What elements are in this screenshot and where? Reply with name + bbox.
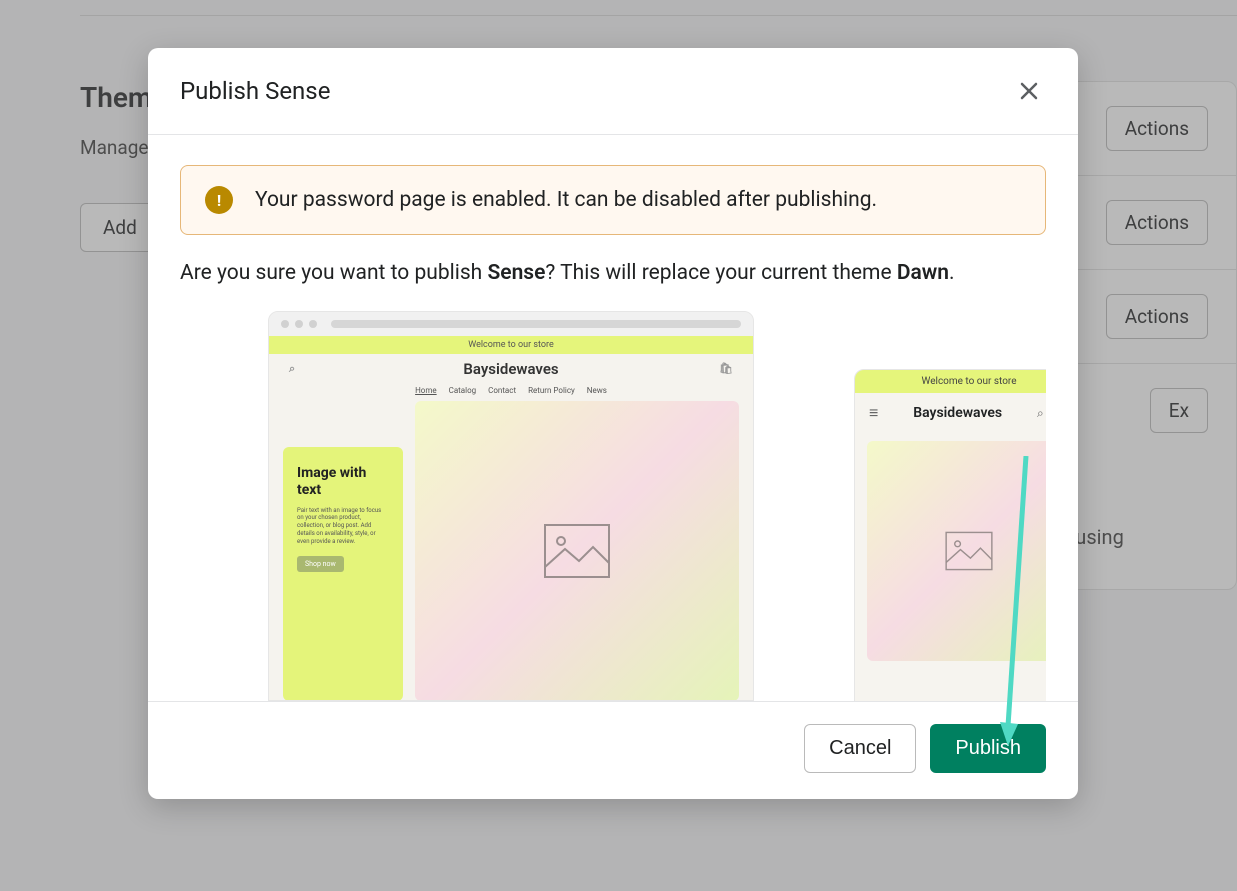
mobile-brand: Baysidewaves [878, 405, 1037, 421]
close-button[interactable] [1012, 74, 1046, 108]
browser-dot [309, 320, 317, 328]
hero-image-placeholder [415, 401, 739, 701]
confirm-suffix: . [949, 261, 955, 285]
modal-title: Publish Sense [180, 77, 330, 105]
warning-text: Your password page is enabled. It can be… [255, 188, 877, 212]
warning-alert: ! Your password page is enabled. It can … [180, 165, 1046, 235]
nav-item: Home [415, 386, 437, 395]
modal-header: Publish Sense [148, 48, 1078, 135]
url-bar [331, 320, 741, 328]
browser-dot [295, 320, 303, 328]
store-brand: ⌕ Baysidewaves 🛍 [269, 354, 753, 384]
mobile-header: ≡ Baysidewaves ⌕ 🛍 [855, 393, 1046, 433]
nav-item: Contact [488, 386, 516, 395]
hero-body: Pair text with an image to focus on your… [297, 507, 389, 546]
browser-chrome [269, 312, 753, 336]
search-icon: ⌕ [289, 362, 295, 376]
publish-button[interactable]: Publish [930, 724, 1046, 773]
nav-item: Return Policy [528, 386, 575, 395]
modal-body: ! Your password page is enabled. It can … [148, 135, 1078, 701]
mobile-hero-placeholder [867, 441, 1046, 661]
hero-area: Image with text Pair text with an image … [269, 401, 753, 701]
confirm-current: Dawn [897, 261, 949, 285]
publish-modal: Publish Sense ! Your password page is en… [148, 48, 1078, 799]
browser-dot [281, 320, 289, 328]
confirm-text: Are you sure you want to publish Sense? … [180, 261, 1046, 285]
search-icon: ⌕ [1037, 406, 1044, 421]
hamburger-icon: ≡ [869, 403, 878, 423]
announcement-bar: Welcome to our store [269, 336, 753, 354]
hero-text-card: Image with text Pair text with an image … [283, 447, 403, 701]
confirm-theme: Sense [487, 261, 545, 285]
nav-item: News [587, 386, 607, 395]
cancel-button[interactable]: Cancel [804, 724, 916, 773]
mobile-header-icons: ⌕ 🛍 [1037, 406, 1046, 421]
preview-mobile: Welcome to our store ≡ Baysidewaves ⌕ 🛍 [854, 369, 1046, 701]
preview-desktop: Welcome to our store ⌕ Baysidewaves 🛍 Ho… [268, 311, 754, 701]
preview-nav: Home Catalog Contact Return Policy News [269, 384, 753, 401]
shop-now-button: Shop now [297, 556, 344, 572]
warning-icon: ! [205, 186, 233, 214]
cart-icon: 🛍 [719, 362, 733, 375]
close-icon [1017, 79, 1041, 103]
image-placeholder-icon [944, 531, 994, 571]
image-placeholder-icon [543, 523, 611, 579]
hero-heading: Image with text [297, 465, 389, 499]
modal-footer: Cancel Publish [148, 701, 1078, 799]
mobile-announcement: Welcome to our store [855, 370, 1046, 393]
theme-preview: Welcome to our store ⌕ Baysidewaves 🛍 Ho… [180, 311, 1046, 701]
nav-item: Catalog [449, 386, 477, 395]
brand-text: Baysidewaves [463, 360, 558, 378]
confirm-mid: ? This will replace your current theme [545, 261, 896, 285]
confirm-prefix: Are you sure you want to publish [180, 261, 487, 285]
